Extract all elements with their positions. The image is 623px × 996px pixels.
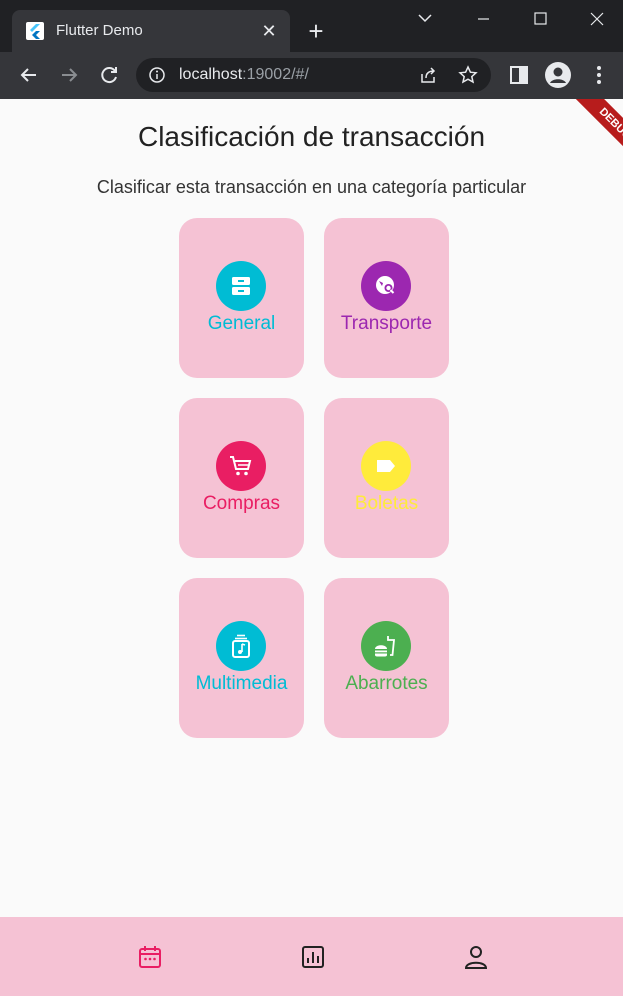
kebab-menu-icon[interactable] (584, 60, 614, 90)
category-label: Boletas (354, 493, 419, 514)
bookmark-star-icon[interactable] (458, 65, 478, 85)
travel-search-icon (376, 276, 395, 294)
back-arrow-icon[interactable] (14, 60, 44, 90)
inbox-icon (232, 277, 250, 295)
category-label: Abarrotes (345, 673, 428, 694)
minimize-icon[interactable] (454, 0, 512, 38)
category-icon-circle (216, 621, 266, 671)
shopping-cart-icon (230, 456, 252, 476)
category-icon-circle (361, 261, 411, 311)
browser-tab[interactable]: Flutter Demo ✕ (12, 10, 290, 52)
tab-strip: Flutter Demo ✕ + (0, 0, 623, 52)
tab-title: Flutter Demo (56, 22, 143, 39)
window-close-icon[interactable] (568, 0, 623, 38)
category-card-transporte[interactable]: Transporte (324, 218, 449, 378)
category-card-boletas[interactable]: Boletas (324, 398, 449, 558)
profile-icon[interactable] (462, 943, 490, 971)
url-path: :19002/#/ (242, 66, 309, 83)
category-card-multimedia[interactable]: Multimedia (179, 578, 304, 738)
category-icon-circle (216, 261, 266, 311)
browser-window: Flutter Demo ✕ + localhost:19002/#/ DEBU… (0, 0, 623, 996)
stats-icon[interactable] (299, 943, 327, 971)
label-tag-icon (377, 460, 395, 472)
maximize-icon[interactable] (511, 0, 569, 38)
url-host: localhost (179, 66, 243, 83)
category-label: Compras (202, 493, 281, 514)
calendar-icon[interactable] (136, 943, 164, 971)
site-info-icon[interactable] (148, 66, 166, 84)
category-icon-circle (361, 441, 411, 491)
url-text: localhost:19002/#/ (179, 66, 309, 84)
new-tab-icon[interactable]: + (302, 18, 330, 46)
media-file-icon (232, 634, 250, 658)
category-icon-circle (361, 621, 411, 671)
category-card-compras[interactable]: Compras (179, 398, 304, 558)
page-title: Clasificación de transacción (137, 121, 486, 152)
share-icon[interactable] (418, 65, 438, 85)
category-card-abarrotes[interactable]: Abarrotes (324, 578, 449, 738)
bottom-navigation-bar (0, 917, 623, 996)
forward-arrow-icon[interactable] (54, 60, 84, 90)
page-subtitle: Clasificar esta transacción en una categ… (96, 177, 527, 197)
tab-close-icon[interactable]: ✕ (256, 18, 282, 44)
category-icon-circle (216, 441, 266, 491)
reload-icon[interactable] (94, 60, 124, 90)
category-label: General (207, 313, 276, 334)
tab-search-chevron-icon[interactable] (396, 0, 454, 38)
category-label: Multimedia (195, 673, 288, 694)
flutter-favicon-icon (26, 22, 44, 40)
address-bar[interactable]: localhost:19002/#/ (136, 58, 491, 92)
app-page: DEBUG Clasificación de transacción Clasi… (0, 99, 623, 996)
category-label: Transporte (340, 313, 433, 334)
category-card-general[interactable]: General (179, 218, 304, 378)
fastfood-icon (375, 636, 395, 657)
browser-toolbar: localhost:19002/#/ (0, 52, 623, 99)
profile-avatar-icon[interactable] (543, 60, 573, 90)
side-panel-icon[interactable] (504, 60, 534, 90)
